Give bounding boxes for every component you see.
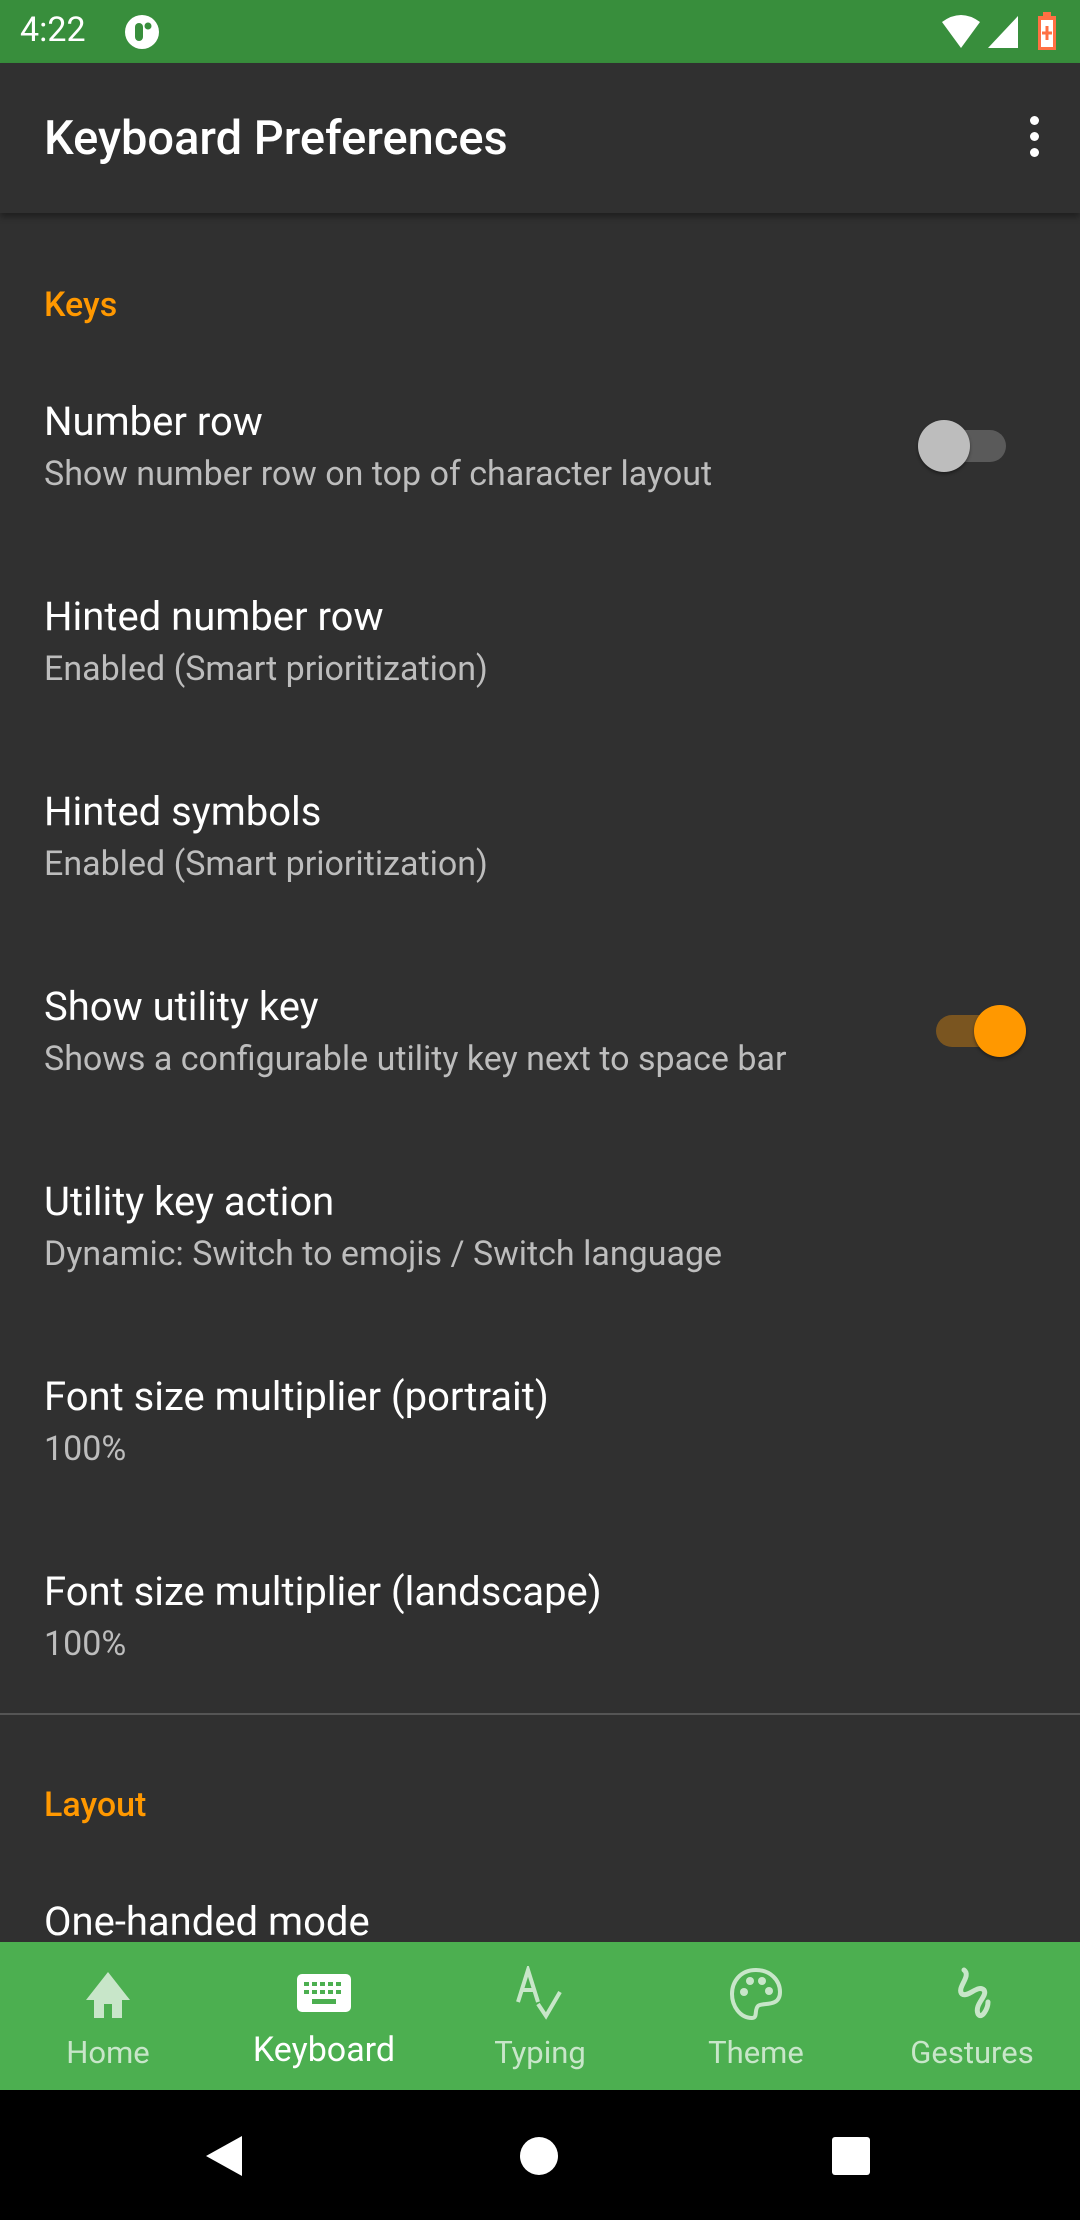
page-title: Keyboard Preferences [44,111,508,166]
gesture-icon [958,1967,991,2018]
pref-hinted-symbols[interactable]: Hinted symbols Enabled (Smart prioritiza… [0,788,1080,983]
pref-font-size-portrait[interactable]: Font size multiplier (portrait) 100% [0,1373,1080,1568]
section-header-layout: Layout [44,1785,147,1825]
pref-summary: 100% [44,1429,127,1469]
more-vert-icon[interactable] [1024,113,1044,163]
pref-font-size-landscape[interactable]: Font size multiplier (landscape) 100% [0,1568,1080,1763]
system-navigation-bar [0,2090,1080,2220]
tab-theme[interactable]: Theme [648,1942,864,2090]
pref-summary: Enabled (Smart prioritization) [44,649,488,689]
pref-title: Utility key action [44,1178,335,1225]
keyboard-icon [297,1974,351,2012]
palette-icon [729,1967,783,2021]
pref-summary: Show number row on top of character layo… [44,454,713,494]
battery-charging-icon [1038,12,1056,50]
tab-label: Keyboard [252,2030,396,2070]
bottom-navigation: Home Keyboard Typing Theme Gestures [0,1942,1080,2090]
pref-title: Show utility key [44,983,319,1030]
tab-label: Home [66,2034,150,2071]
pref-number-row[interactable]: Number row Show number row on top of cha… [0,398,1080,593]
app-notification-icon [125,15,159,49]
status-bar: 4:22 [0,0,1080,63]
app-bar: Keyboard Preferences [0,63,1080,213]
pref-show-utility-key[interactable]: Show utility key Shows a configurable ut… [0,983,1080,1178]
pref-summary: Dynamic: Switch to emojis / Switch langu… [44,1234,723,1274]
pref-title: Font size multiplier (landscape) [44,1568,602,1615]
pref-summary: Shows a configurable utility key next to… [44,1039,787,1079]
pref-utility-key-action[interactable]: Utility key action Dynamic: Switch to em… [0,1178,1080,1373]
number-row-switch[interactable] [918,414,1008,474]
tab-label: Theme [708,2034,804,2071]
status-time: 4:22 [20,10,86,50]
tab-typing[interactable]: Typing [432,1942,648,2090]
signal-icon [988,16,1018,48]
preferences-list[interactable]: Keys Number row Show number row on top o… [0,213,1080,1942]
utility-key-switch[interactable] [932,999,1026,1059]
pref-hinted-number-row[interactable]: Hinted number row Enabled (Smart priorit… [0,593,1080,788]
pref-title: Hinted number row [44,593,384,640]
section-divider [0,1713,1080,1715]
tab-keyboard[interactable]: Keyboard [216,1942,432,2090]
spellcheck-icon [516,1966,562,2020]
pref-title: Hinted symbols [44,788,322,835]
tab-gestures[interactable]: Gestures [864,1942,1080,2090]
wifi-icon [942,15,980,48]
home-circle-icon[interactable] [519,2136,559,2176]
section-header-keys: Keys [44,285,118,325]
pref-summary: Enabled (Smart prioritization) [44,844,488,884]
tab-label: Typing [494,2034,586,2071]
home-icon [86,1972,130,2018]
recents-icon[interactable] [831,2136,871,2176]
pref-title: Font size multiplier (portrait) [44,1373,549,1420]
tab-label: Gestures [910,2034,1034,2071]
pref-title: Number row [44,398,263,445]
pref-one-handed-mode[interactable]: One-handed mode [0,1898,1080,1942]
pref-summary: 100% [44,1624,127,1664]
pref-title: One-handed mode [44,1898,370,1942]
back-icon[interactable] [204,2134,244,2178]
tab-home[interactable]: Home [0,1942,216,2090]
